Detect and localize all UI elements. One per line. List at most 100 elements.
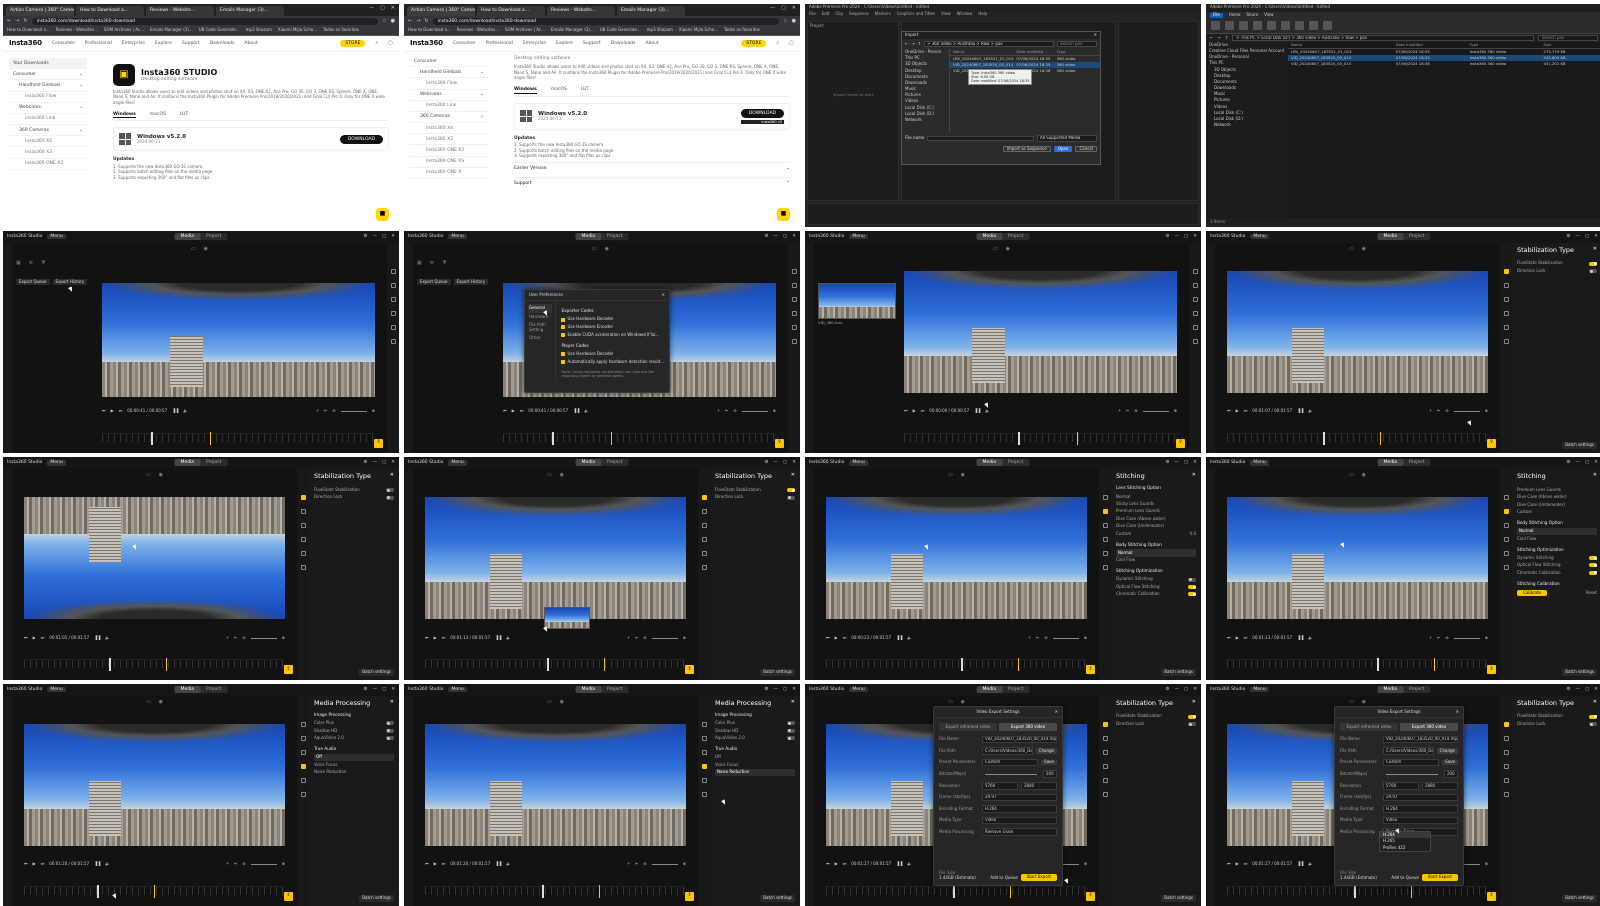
tab-lut[interactable]: LUT bbox=[581, 87, 589, 93]
panel-choice[interactable]: Noise Reduction bbox=[314, 769, 394, 776]
file-row[interactable]: LRV_20240607_183521_01_014 07/06/2024 18:… bbox=[1288, 49, 1600, 55]
panel-option[interactable]: FlowState Stabilization bbox=[1517, 713, 1597, 720]
back-icon[interactable]: ← bbox=[408, 18, 412, 25]
play-icon[interactable]: ▶ bbox=[111, 409, 114, 414]
checkbox-row[interactable]: Use Hardware Decoder bbox=[561, 316, 664, 324]
nav-link[interactable]: Explore bbox=[155, 41, 172, 46]
tab-lut[interactable]: LUT bbox=[180, 112, 188, 118]
toggle-switch[interactable] bbox=[1589, 269, 1597, 274]
export-icon[interactable]: ⇪ bbox=[1487, 438, 1496, 448]
skip-back-icon[interactable]: ⏮ bbox=[503, 409, 507, 414]
explorer-search[interactable]: Search pov bbox=[1538, 34, 1598, 42]
import-search[interactable]: Search pov bbox=[1057, 40, 1097, 48]
color-icon[interactable] bbox=[791, 296, 797, 302]
eye-icon[interactable]: ◉ bbox=[1362, 472, 1366, 479]
panorama-view[interactable] bbox=[102, 282, 375, 397]
crop-icon[interactable]: ▭ bbox=[547, 699, 552, 706]
menu-item[interactable]: Clip bbox=[835, 11, 843, 19]
reframe-icon[interactable]: ✂ bbox=[234, 635, 237, 641]
panel-option[interactable]: Color Plus bbox=[314, 720, 394, 727]
bookmark-item[interactable]: Emails Manager (3)... bbox=[551, 27, 594, 34]
stabilization-icon[interactable] bbox=[791, 268, 797, 274]
maximize-icon[interactable]: ▢ bbox=[1184, 687, 1188, 692]
timeline[interactable] bbox=[425, 658, 684, 671]
close-icon[interactable]: ✕ bbox=[1193, 460, 1197, 465]
reframe-icon[interactable]: ✂ bbox=[635, 635, 638, 641]
sidebar-item[interactable]: Your Downloads bbox=[9, 58, 87, 70]
menu-item[interactable]: Help bbox=[978, 11, 987, 19]
close-icon[interactable]: ✕ bbox=[792, 5, 796, 12]
color-icon[interactable] bbox=[300, 749, 306, 755]
minimize-icon[interactable]: — bbox=[1575, 687, 1580, 692]
settings-icon[interactable]: ⚙ bbox=[363, 460, 367, 465]
keyframe-icon[interactable]: ⚡ bbox=[226, 862, 229, 867]
menu-item[interactable]: Window bbox=[957, 11, 973, 19]
color-icon[interactable] bbox=[1503, 749, 1509, 755]
nav-link[interactable]: Explore bbox=[556, 41, 573, 46]
panorama-view[interactable] bbox=[826, 497, 1087, 619]
maximize-icon[interactable]: ▢ bbox=[1585, 687, 1589, 692]
toggle-switch[interactable] bbox=[1188, 714, 1196, 719]
zoom-in-icon[interactable]: ⊕ bbox=[1485, 862, 1488, 867]
stitching-icon[interactable] bbox=[390, 282, 396, 288]
keyframe-icon[interactable]: ⚡ bbox=[316, 409, 319, 414]
browser-tab[interactable]: Emails Manager (3)... bbox=[617, 6, 685, 16]
media-type-field[interactable]: Video bbox=[1383, 816, 1458, 825]
frame-rate-field[interactable]: 29.97 bbox=[1383, 793, 1458, 802]
volume-icon[interactable]: 🔈 bbox=[105, 635, 110, 641]
sidebar-item[interactable]: Insta360 Flow bbox=[9, 92, 87, 103]
rename-icon[interactable] bbox=[1281, 20, 1290, 30]
encoding-field[interactable]: H.264 bbox=[982, 805, 1057, 813]
toggle-switch[interactable] bbox=[386, 736, 394, 741]
file-row[interactable]: VID_20240607_183520_00_015 07/06/2024 18:… bbox=[1288, 61, 1600, 67]
studio-menu-button[interactable]: Menu bbox=[849, 460, 868, 466]
stabilization-icon[interactable] bbox=[1503, 268, 1509, 274]
tab-media[interactable]: Media bbox=[575, 685, 602, 693]
timeline[interactable] bbox=[904, 431, 1175, 445]
volume-icon[interactable]: 🔈 bbox=[1308, 862, 1313, 867]
checkbox-row[interactable]: Automatically apply hardware detection r… bbox=[561, 358, 664, 366]
site-logo[interactable]: Insta360 bbox=[9, 39, 42, 47]
close-icon[interactable]: ✕ bbox=[791, 699, 795, 707]
zoom-out-icon[interactable]: ⊖ bbox=[1445, 635, 1448, 641]
playhead[interactable] bbox=[551, 431, 554, 445]
split-icon[interactable]: ▐▐ bbox=[94, 635, 100, 641]
split-icon[interactable]: ▐▐ bbox=[495, 635, 501, 641]
bookmark-item[interactable]: How to Download a... bbox=[408, 27, 451, 34]
stitching-icon[interactable] bbox=[791, 282, 797, 288]
toggle-switch[interactable] bbox=[386, 721, 394, 726]
tab-project[interactable]: Project bbox=[1002, 233, 1029, 240]
batch-settings-button[interactable]: Batch settings bbox=[1562, 668, 1597, 676]
toggle-switch[interactable] bbox=[1589, 261, 1597, 266]
address-bar[interactable]: insta360.com/download/insta360-download bbox=[432, 18, 780, 25]
crop-icon[interactable]: ▭ bbox=[592, 246, 597, 253]
zoom-in-icon[interactable]: ⊕ bbox=[683, 862, 686, 867]
timeline[interactable] bbox=[1227, 658, 1486, 671]
column-header[interactable]: Type bbox=[1057, 49, 1097, 54]
sidebar-item[interactable]: Insta360 X3 bbox=[9, 147, 87, 159]
volume-icon[interactable]: 🔈 bbox=[907, 862, 912, 867]
frame-rate-field[interactable]: 29.97 bbox=[982, 793, 1057, 802]
panorama-view[interactable] bbox=[1227, 270, 1488, 393]
sidebar-item[interactable]: Insta360 ONE X2 bbox=[410, 145, 488, 157]
volume-icon[interactable]: 🔈 bbox=[985, 409, 990, 414]
skip-back-icon[interactable]: ⏮ bbox=[1227, 409, 1231, 414]
maximize-icon[interactable]: ▢ bbox=[1184, 460, 1188, 465]
bookmark-item[interactable]: Todos os favoritos bbox=[724, 27, 760, 34]
close-icon[interactable]: ✕ bbox=[1594, 687, 1598, 692]
tab-project[interactable]: Project bbox=[1002, 686, 1029, 693]
settings-icon[interactable]: ⚙ bbox=[1165, 687, 1169, 692]
close-icon[interactable]: ✕ bbox=[792, 687, 796, 692]
sidebar-item[interactable]: Insta360 ONE X2 bbox=[9, 159, 87, 170]
panel-choice[interactable]: Custom bbox=[1517, 509, 1597, 516]
panel-option[interactable]: AquaVision 2.0 bbox=[314, 735, 394, 742]
close-icon[interactable]: ✕ bbox=[391, 234, 395, 239]
panel-choice[interactable]: Normal bbox=[1517, 527, 1597, 536]
nav-link[interactable]: Consumer bbox=[52, 41, 75, 46]
settings-icon[interactable]: ⚙ bbox=[764, 234, 768, 239]
split-icon[interactable]: ▐▐ bbox=[172, 409, 178, 414]
stabilization-icon[interactable] bbox=[1503, 721, 1509, 727]
batch-settings-button[interactable]: Batch settings bbox=[1562, 442, 1597, 449]
studio-menu-button[interactable]: Menu bbox=[448, 233, 467, 240]
play-icon[interactable]: ▶ bbox=[512, 409, 515, 414]
